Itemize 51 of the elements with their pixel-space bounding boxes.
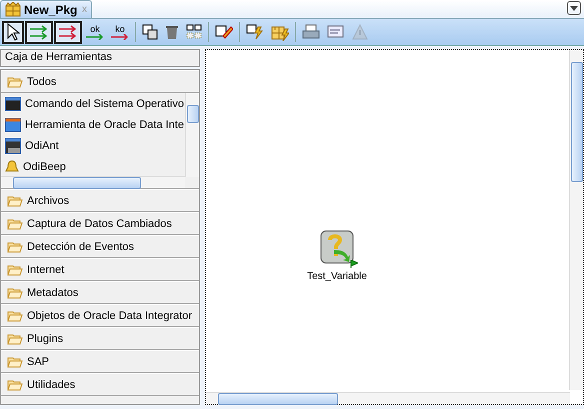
tool-item[interactable]: Comando del Sistema Operativo [1,93,185,114]
package-icon [5,2,21,17]
folder-icon [7,240,23,252]
tool-label: OdiBeep [23,160,66,172]
link-button[interactable]: ok [83,20,107,44]
folder-icon [7,378,23,390]
window-icon [5,118,21,132]
dropdown-button[interactable] [567,1,581,15]
arrows-icon[interactable] [25,20,53,44]
folder-icon [7,194,23,206]
section-header[interactable]: Captura de Datos Cambiados [1,212,199,235]
folder-icon [7,218,23,230]
terminal-icon [5,96,21,110]
section-header[interactable]: Metadatos [1,281,199,304]
section-header[interactable]: Internet [1,258,199,281]
panel-title: Caja de Herramientas [0,49,200,67]
tool-label: Herramienta de Oracle Data Inte [25,118,184,130]
arrows-icon[interactable] [54,20,82,44]
editor-tab[interactable]: New_Pkg x [0,0,92,18]
section-header[interactable]: Objetos de Oracle Data Integrator [1,304,199,327]
tool-label: OdiAnt [25,140,59,152]
section-header[interactable]: Utilidades [1,373,199,396]
tool-label: Comando del Sistema Operativo [25,98,184,110]
folder-icon [7,286,23,298]
vertical-scrollbar[interactable] [185,93,199,177]
horizontal-scrollbar[interactable] [206,392,570,404]
step-label: Test_Variable [307,271,367,282]
arrow-icon [111,34,129,40]
section-header[interactable]: Detección de Eventos [1,235,199,258]
folder-icon [7,264,23,276]
folder-icon [7,356,23,368]
tool-item[interactable]: OdiBeep [1,156,185,177]
terminal-icon [5,138,21,154]
pointer-icon[interactable] [2,20,24,44]
caret-icon [570,6,578,10]
folder-icon [7,76,23,88]
tab-title: New_Pkg [24,2,78,16]
folder-icon [7,310,23,322]
tool-item[interactable]: OdiAnt [1,135,185,156]
bell-icon [5,158,19,174]
section-header[interactable]: SAP [1,350,199,373]
folder-icon [7,332,23,344]
vertical-scrollbar[interactable] [569,50,583,390]
link-button[interactable]: ko [108,20,132,44]
tool-item[interactable]: Herramienta de Oracle Data Inte [1,114,185,135]
variable-step-icon[interactable] [320,230,354,264]
section-header[interactable]: Plugins [1,327,199,350]
horizontal-scrollbar[interactable] [1,176,185,188]
arrow-icon [86,34,104,40]
section-header[interactable]: Archivos [1,189,199,212]
section-header[interactable]: Todos [1,70,199,93]
